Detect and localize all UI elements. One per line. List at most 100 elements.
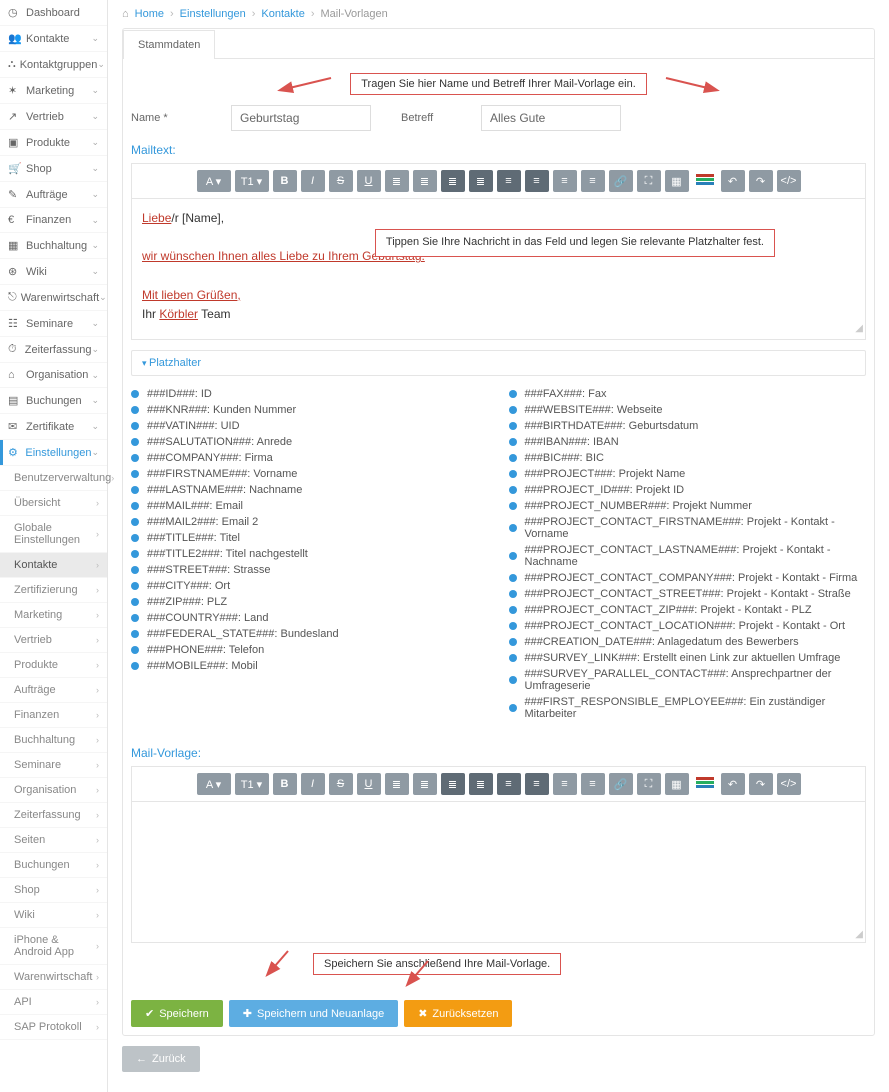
placeholder-item[interactable]: ###ID###: ID (131, 386, 489, 402)
sub-item-warenwirtschaft[interactable]: Warenwirtschaft› (0, 965, 107, 990)
editor-body[interactable]: Liebe/r [Name], wir wünschen Ihnen alles… (132, 199, 865, 339)
tab-stammdaten[interactable]: Stammdaten (123, 30, 215, 59)
placeholder-item[interactable]: ###FIRST_RESPONSIBLE_EMPLOYEE###: Ein zu… (509, 694, 867, 722)
placeholder-item[interactable]: ###SURVEY_LINK###: Erstellt einen Link z… (509, 650, 867, 666)
back-button[interactable]: ←Zurück (122, 1046, 200, 1072)
nav-item-zeiterfassung[interactable]: ⏱Zeiterfassung⌄ (0, 337, 107, 363)
save-button[interactable]: ✔Speichern (131, 1000, 223, 1027)
toolbar-btn-5[interactable]: U (357, 170, 381, 192)
sub-item-wiki[interactable]: Wiki› (0, 903, 107, 928)
toolbar-btn-7[interactable]: ≣ (413, 773, 437, 795)
toolbar-btn-4[interactable]: S (329, 773, 353, 795)
toolbar-btn-6[interactable]: ≣ (385, 170, 409, 192)
toolbar-btn-8[interactable]: ≣ (441, 170, 465, 192)
toolbar-btn-5[interactable]: U (357, 773, 381, 795)
placeholder-item[interactable]: ###SALUTATION###: Anrede (131, 434, 489, 450)
placeholder-item[interactable]: ###ZIP###: PLZ (131, 594, 489, 610)
reset-button[interactable]: ✖Zurücksetzen (404, 1000, 512, 1027)
placeholder-item[interactable]: ###PROJECT_CONTACT_FIRSTNAME###: Projekt… (509, 514, 867, 542)
input-betreff[interactable] (481, 105, 621, 131)
nav-item-produkte[interactable]: ▣Produkte⌄ (0, 130, 107, 156)
placeholder-item[interactable]: ###VATIN###: UID (131, 418, 489, 434)
placeholder-header[interactable]: Platzhalter (131, 350, 866, 376)
placeholder-item[interactable]: ###CREATION_DATE###: Anlagedatum des Bew… (509, 634, 867, 650)
sub-item-übersicht[interactable]: Übersicht› (0, 491, 107, 516)
nav-item-shop[interactable]: 🛒Shop⌄ (0, 156, 107, 182)
placeholder-item[interactable]: ###PHONE###: Telefon (131, 642, 489, 658)
placeholder-item[interactable]: ###SURVEY_PARALLEL_CONTACT###: Ansprechp… (509, 666, 867, 694)
sub-item-finanzen[interactable]: Finanzen› (0, 703, 107, 728)
nav-item-zertifikate[interactable]: ✉Zertifikate⌄ (0, 414, 107, 440)
placeholder-item[interactable]: ###FAX###: Fax (509, 386, 867, 402)
nav-item-dashboard[interactable]: ◷Dashboard (0, 0, 107, 26)
input-name[interactable] (231, 105, 371, 131)
toolbar-btn-16[interactable]: ▦ (665, 170, 689, 192)
toolbar-btn-14[interactable]: 🔗 (609, 170, 633, 192)
placeholder-item[interactable]: ###TITLE2###: Titel nachgestellt (131, 546, 489, 562)
placeholder-item[interactable]: ###PROJECT_ID###: Projekt ID (509, 482, 867, 498)
toolbar-btn-20[interactable]: </> (777, 773, 801, 795)
placeholder-item[interactable]: ###COMPANY###: Firma (131, 450, 489, 466)
toolbar-btn-2[interactable]: B (273, 170, 297, 192)
editor-body-2[interactable]: ◢ (132, 802, 865, 942)
placeholder-item[interactable]: ###PROJECT_CONTACT_LOCATION###: Projekt … (509, 618, 867, 634)
sub-item-aufträge[interactable]: Aufträge› (0, 678, 107, 703)
placeholder-item[interactable]: ###LASTNAME###: Nachname (131, 482, 489, 498)
toolbar-btn-11[interactable]: ≡ (525, 170, 549, 192)
placeholder-item[interactable]: ###PROJECT###: Projekt Name (509, 466, 867, 482)
resize-handle[interactable]: ◢ (855, 321, 863, 337)
sub-item-iphone-&-android-app[interactable]: iPhone & Android App› (0, 928, 107, 965)
toolbar-btn-20[interactable]: </> (777, 170, 801, 192)
toolbar-btn-18[interactable]: ↶ (721, 170, 745, 192)
toolbar-btn-3[interactable]: I (301, 170, 325, 192)
sub-item-shop[interactable]: Shop› (0, 878, 107, 903)
toolbar-btn-1[interactable]: T1 ▾ (235, 773, 269, 795)
sub-item-kontakte[interactable]: Kontakte› (0, 553, 107, 578)
placeholder-item[interactable]: ###MAIL###: Email (131, 498, 489, 514)
nav-item-einstellungen[interactable]: ⚙Einstellungen⌄ (0, 440, 107, 466)
toolbar-btn-6[interactable]: ≣ (385, 773, 409, 795)
toolbar-btn-19[interactable]: ↷ (749, 170, 773, 192)
placeholder-item[interactable]: ###MAIL2###: Email 2 (131, 514, 489, 530)
toolbar-btn-2[interactable]: B (273, 773, 297, 795)
placeholder-item[interactable]: ###PROJECT_CONTACT_ZIP###: Projekt - Kon… (509, 602, 867, 618)
nav-item-buchungen[interactable]: ▤Buchungen⌄ (0, 388, 107, 414)
resize-handle[interactable]: ◢ (855, 929, 863, 940)
placeholder-item[interactable]: ###FIRSTNAME###: Vorname (131, 466, 489, 482)
toolbar-btn-16[interactable]: ▦ (665, 773, 689, 795)
toolbar-btn-12[interactable]: ≡ (553, 170, 577, 192)
toolbar-btn-1[interactable]: T1 ▾ (235, 170, 269, 192)
toolbar-btn-9[interactable]: ≣ (469, 773, 493, 795)
toolbar-btn-13[interactable]: ≡ (581, 773, 605, 795)
sub-item-api[interactable]: API› (0, 990, 107, 1015)
toolbar-btn-7[interactable]: ≣ (413, 170, 437, 192)
sub-item-buchungen[interactable]: Buchungen› (0, 853, 107, 878)
placeholder-item[interactable]: ###STREET###: Strasse (131, 562, 489, 578)
toolbar-btn-12[interactable]: ≡ (553, 773, 577, 795)
sub-item-sap-protokoll[interactable]: SAP Protokoll› (0, 1015, 107, 1040)
nav-item-buchhaltung[interactable]: ▦Buchhaltung⌄ (0, 233, 107, 259)
placeholder-item[interactable]: ###CITY###: Ort (131, 578, 489, 594)
breadcrumb-kontakte[interactable]: Kontakte (261, 8, 304, 20)
nav-item-seminare[interactable]: ☷Seminare⌄ (0, 311, 107, 337)
sub-item-organisation[interactable]: Organisation› (0, 778, 107, 803)
toolbar-btn-15[interactable]: ⛶ (637, 170, 661, 192)
placeholder-item[interactable]: ###BIRTHDATE###: Geburtsdatum (509, 418, 867, 434)
breadcrumb-einstellungen[interactable]: Einstellungen (180, 8, 246, 20)
toolbar-btn-9[interactable]: ≣ (469, 170, 493, 192)
sub-item-benutzerverwaltung[interactable]: Benutzerverwaltung› (0, 466, 107, 491)
nav-item-marketing[interactable]: ✶Marketing⌄ (0, 78, 107, 104)
sub-item-marketing[interactable]: Marketing› (0, 603, 107, 628)
breadcrumb-home[interactable]: Home (135, 8, 164, 20)
placeholder-item[interactable]: ###PROJECT_CONTACT_LASTNAME###: Projekt … (509, 542, 867, 570)
placeholder-item[interactable]: ###BIC###: BIC (509, 450, 867, 466)
toolbar-btn-15[interactable]: ⛶ (637, 773, 661, 795)
toolbar-btn-17[interactable] (693, 773, 717, 795)
placeholder-item[interactable]: ###PROJECT_NUMBER###: Projekt Nummer (509, 498, 867, 514)
nav-item-warenwirtschaft[interactable]: ⎋Warenwirtschaft⌄ (0, 285, 107, 311)
nav-item-wiki[interactable]: ⊛Wiki⌄ (0, 259, 107, 285)
placeholder-item[interactable]: ###TITLE###: Titel (131, 530, 489, 546)
toolbar-btn-3[interactable]: I (301, 773, 325, 795)
toolbar-btn-18[interactable]: ↶ (721, 773, 745, 795)
sub-item-seminare[interactable]: Seminare› (0, 753, 107, 778)
